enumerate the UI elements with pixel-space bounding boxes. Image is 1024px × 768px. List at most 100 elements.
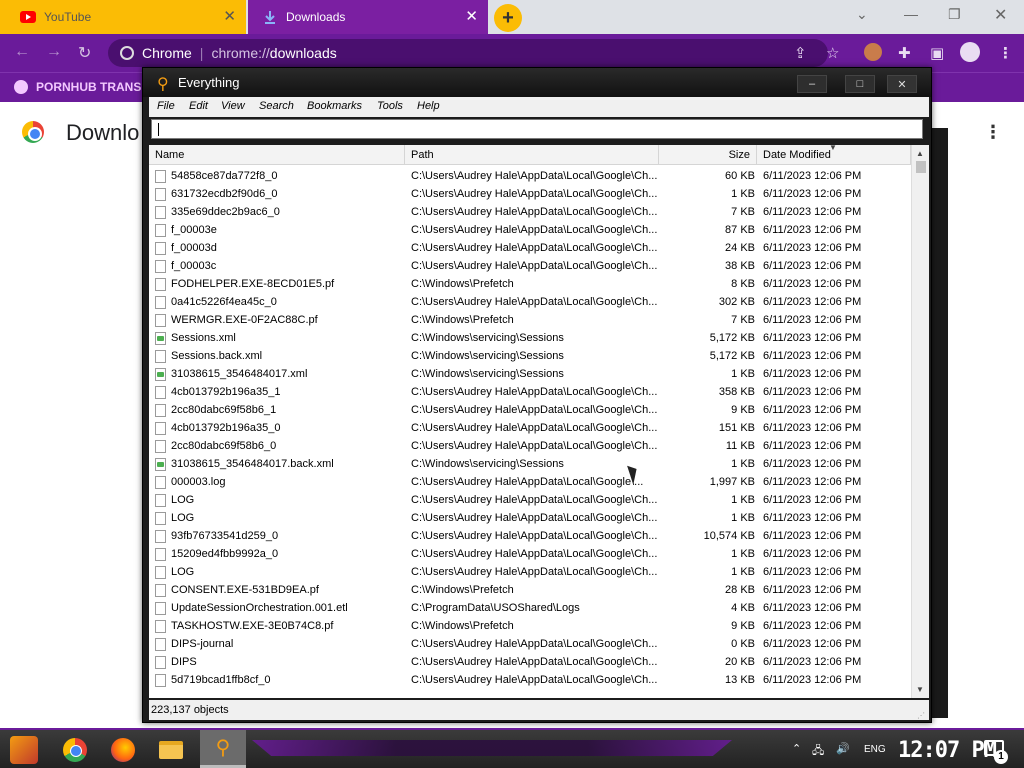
column-header-size[interactable]: Size bbox=[659, 145, 757, 165]
table-row[interactable]: Sessions.xml C:\Windows\servicing\Session… bbox=[149, 329, 911, 347]
table-row[interactable]: LOG C:\Users\Audrey Hale\AppData\Local\Go… bbox=[149, 491, 911, 509]
extensions-puzzle-icon[interactable]: ✚ bbox=[898, 44, 911, 62]
tray-chevron-icon[interactable]: ⌃ bbox=[792, 742, 801, 755]
restore-icon[interactable]: ❐ bbox=[948, 6, 961, 23]
close-window-icon[interactable]: ✕ bbox=[994, 5, 1007, 25]
menu-search[interactable]: Search bbox=[259, 100, 294, 112]
table-row[interactable]: CONSENT.EXE-531BD9EA.pf C:\Windows\Prefet… bbox=[149, 581, 911, 599]
file-icon bbox=[155, 404, 166, 417]
table-row[interactable]: 2cc80dabc69f58b6_1 C:\Users\Audrey Hale\A… bbox=[149, 401, 911, 419]
resize-grip-icon[interactable]: ⋰ bbox=[917, 706, 925, 726]
row-name: 335e69ddec2b9ac6_0 bbox=[171, 206, 280, 218]
bookmark-item[interactable]: PORNHUB TRANS bbox=[14, 80, 141, 94]
table-row[interactable]: TASKHOSTW.EXE-3E0B74C8.pf C:\Windows\Pref… bbox=[149, 617, 911, 635]
table-row[interactable]: 000003.log C:\Users\Audrey Hale\AppData\L… bbox=[149, 473, 911, 491]
start-button[interactable] bbox=[10, 736, 38, 764]
downloads-menu-icon[interactable]: ⋮ bbox=[984, 122, 1002, 143]
everything-close-button[interactable]: ✕ bbox=[887, 75, 917, 93]
volume-icon[interactable]: 🔊 bbox=[836, 742, 850, 755]
scroll-down-icon[interactable]: ▼ bbox=[916, 685, 924, 694]
tab-search-chevron-icon[interactable]: ⌄ bbox=[856, 6, 868, 23]
table-row[interactable]: 631732ecdb2f90d6_0 C:\Users\Audrey Hale\A… bbox=[149, 185, 911, 203]
table-row[interactable]: 2cc80dabc69f58b6_0 C:\Users\Audrey Hale\A… bbox=[149, 437, 911, 455]
table-row[interactable]: LOG C:\Users\Audrey Hale\AppData\Local\Go… bbox=[149, 563, 911, 581]
row-path: C:\Windows\Prefetch bbox=[411, 314, 514, 326]
taskbar-decoration bbox=[252, 740, 732, 756]
bookmark-label: PORNHUB TRANS bbox=[36, 80, 142, 94]
taskbar-chrome[interactable] bbox=[60, 735, 90, 765]
table-row[interactable]: 4cb013792b196a35_1 C:\Users\Audrey Hale\A… bbox=[149, 383, 911, 401]
row-name: 0a41c5226f4ea45c_0 bbox=[171, 296, 277, 308]
results-scrollbar[interactable]: ▲ ▼ bbox=[911, 145, 929, 698]
forward-arrow-icon[interactable]: → bbox=[46, 43, 62, 61]
table-row[interactable]: 5d719bcad1ffb8cf_0 C:\Users\Audrey Hale\A… bbox=[149, 671, 911, 689]
everything-maximize-button[interactable]: □ bbox=[845, 75, 875, 93]
table-row[interactable]: DIPS C:\Users\Audrey Hale\AppData\Local\G… bbox=[149, 653, 911, 671]
file-icon bbox=[155, 188, 166, 201]
close-tab-downloads-icon[interactable]: ✕ bbox=[465, 9, 478, 24]
row-date: 6/11/2023 12:06 PM bbox=[763, 602, 862, 614]
table-row[interactable]: DIPS-journal C:\Users\Audrey Hale\AppData… bbox=[149, 635, 911, 653]
table-row[interactable]: FODHELPER.EXE-8ECD01E5.pf C:\Windows\Pref… bbox=[149, 275, 911, 293]
tab-downloads[interactable]: Downloads ✕ bbox=[248, 0, 488, 34]
table-row[interactable]: 4cb013792b196a35_0 C:\Users\Audrey Hale\A… bbox=[149, 419, 911, 437]
taskbar-file-explorer[interactable] bbox=[156, 735, 186, 765]
side-panel-icon[interactable]: ▣ bbox=[930, 44, 944, 62]
back-arrow-icon[interactable]: ← bbox=[14, 43, 30, 61]
table-row[interactable]: 31038615_3546484017.back.xml C:\Windows\s… bbox=[149, 455, 911, 473]
menu-help[interactable]: Help bbox=[417, 100, 440, 112]
scroll-thumb[interactable] bbox=[916, 161, 926, 173]
profile-icon[interactable] bbox=[960, 42, 980, 62]
row-size: 1 KB bbox=[731, 458, 755, 470]
menu-view[interactable]: View bbox=[221, 100, 245, 112]
table-row[interactable]: 15209ed4fbb9992a_0 C:\Users\Audrey Hale\A… bbox=[149, 545, 911, 563]
reload-icon[interactable]: ↻ bbox=[78, 43, 91, 63]
close-tab-youtube-icon[interactable]: ✕ bbox=[223, 9, 236, 24]
everything-titlebar[interactable]: ⚲ Everything – □ ✕ bbox=[143, 68, 931, 97]
menu-tools[interactable]: Tools bbox=[377, 100, 403, 112]
table-row[interactable]: 31038615_3546484017.xml C:\Windows\servic… bbox=[149, 365, 911, 383]
table-row[interactable]: WERMGR.EXE-0F2AC88C.pf C:\Windows\Prefetc… bbox=[149, 311, 911, 329]
everything-minimize-button[interactable]: – bbox=[797, 75, 827, 93]
row-name: DIPS-journal bbox=[171, 638, 234, 650]
row-date: 6/11/2023 12:06 PM bbox=[763, 656, 862, 668]
menu-file[interactable]: File bbox=[157, 100, 175, 112]
table-row[interactable]: 0a41c5226f4ea45c_0 C:\Users\Audrey Hale\A… bbox=[149, 293, 911, 311]
everything-taskbar-icon: ⚲ bbox=[215, 737, 231, 759]
table-row[interactable]: 93fb76733541d259_0 C:\Users\Audrey Hale\A… bbox=[149, 527, 911, 545]
language-indicator[interactable]: ENG bbox=[864, 744, 886, 755]
row-path: C:\Windows\servicing\Sessions bbox=[411, 368, 564, 380]
taskbar-everything[interactable]: ⚲ bbox=[200, 730, 246, 768]
row-name: 000003.log bbox=[171, 476, 226, 488]
chrome-menu-icon[interactable]: ⋮ bbox=[998, 44, 1013, 62]
menu-edit[interactable]: Edit bbox=[189, 100, 208, 112]
file-icon bbox=[155, 512, 166, 525]
column-header-name[interactable]: Name bbox=[149, 145, 405, 165]
bookmark-star-icon[interactable]: ☆ bbox=[826, 44, 839, 62]
everything-search-input[interactable] bbox=[151, 119, 923, 139]
table-row[interactable]: 335e69ddec2b9ac6_0 C:\Users\Audrey Hale\A… bbox=[149, 203, 911, 221]
extension-avatar-icon[interactable] bbox=[864, 43, 882, 61]
network-icon[interactable]: 🖧 bbox=[812, 742, 824, 761]
table-row[interactable]: UpdateSessionOrchestration.001.etl C:\Pro… bbox=[149, 599, 911, 617]
table-row[interactable]: Sessions.back.xml C:\Windows\servicing\Se… bbox=[149, 347, 911, 365]
row-path: C:\Windows\servicing\Sessions bbox=[411, 350, 564, 362]
row-name: 2cc80dabc69f58b6_1 bbox=[171, 404, 277, 416]
table-row[interactable]: 54858ce87da772f8_0 C:\Users\Audrey Hale\A… bbox=[149, 167, 911, 185]
table-row[interactable]: f_00003e C:\Users\Audrey Hale\AppData\Loc… bbox=[149, 221, 911, 239]
minimize-icon[interactable]: — bbox=[904, 6, 918, 22]
table-row[interactable]: LOG C:\Users\Audrey Hale\AppData\Local\Go… bbox=[149, 509, 911, 527]
address-bar[interactable]: Chrome | chrome:// downloads bbox=[108, 39, 828, 67]
tab-youtube[interactable]: YouTube ✕ bbox=[0, 0, 246, 34]
new-tab-button[interactable]: + bbox=[494, 4, 522, 32]
row-size: 4 KB bbox=[731, 602, 755, 614]
column-header-path[interactable]: Path bbox=[405, 145, 659, 165]
clock[interactable]: 12:07 PM bbox=[898, 738, 997, 763]
scroll-up-icon[interactable]: ▲ bbox=[916, 149, 924, 158]
share-icon[interactable]: ⇪ bbox=[794, 44, 807, 62]
table-row[interactable]: f_00003c C:\Users\Audrey Hale\AppData\Loc… bbox=[149, 257, 911, 275]
menu-bookmarks[interactable]: Bookmarks bbox=[307, 100, 362, 112]
table-row[interactable]: f_00003d C:\Users\Audrey Hale\AppData\Loc… bbox=[149, 239, 911, 257]
taskbar-firefox[interactable] bbox=[108, 735, 138, 765]
row-size: 302 KB bbox=[718, 296, 755, 308]
